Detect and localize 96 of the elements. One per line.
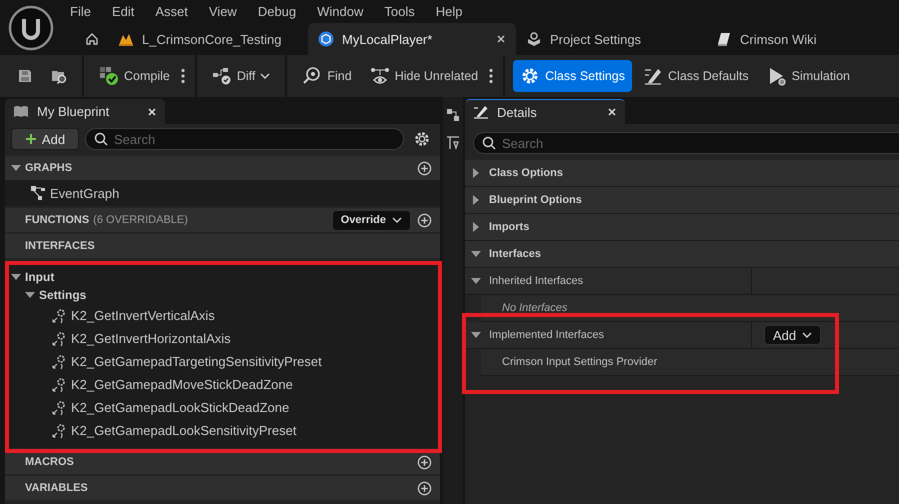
pencil-lines-icon [473,104,489,120]
category-row[interactable]: Settings [5,286,440,304]
plus-icon [24,133,37,145]
toolbar-button[interactable]: Compile [92,60,177,92]
property-row[interactable]: Implemented Interfaces [465,322,752,348]
function-item[interactable]: K2_GetInvertHorizontalAxis [5,327,440,350]
graph-icon [30,185,46,201]
expand-arrow-icon[interactable] [471,195,481,205]
menu-item[interactable]: Window [309,4,372,19]
graph-item[interactable]: EventGraph [5,180,440,206]
logo-icon[interactable] [8,4,54,50]
section-header[interactable]: VARIABLES [5,476,440,500]
document-tab[interactable]: MyLocalPlayer* [308,23,516,55]
function-item[interactable]: K2_GetGamepadMoveStickDeadZone [5,373,440,396]
document-tab[interactable]: Crimson Wiki [706,23,856,55]
home-icon [84,31,100,47]
add-icon[interactable] [417,480,432,496]
filter-icon[interactable] [445,135,461,151]
override-dropdown[interactable]: Override [332,210,411,230]
function-item[interactable]: K2_GetGamepadLookSensitivityPreset [5,419,440,442]
document-tab[interactable]: Project Settings [516,23,706,55]
expand-arrow-icon[interactable] [471,249,481,259]
document-tab[interactable]: L_CrimsonCore_Testing [108,23,308,55]
close-icon[interactable] [496,34,506,44]
caret-icon [802,332,812,338]
book-icon [716,31,732,47]
expand-arrow-icon[interactable] [471,276,481,286]
menu-item[interactable]: Asset [147,4,196,19]
category-row[interactable]: Input [5,268,440,286]
box-gear-icon [526,31,542,47]
expand-arrow-icon[interactable] [11,163,21,173]
caret-icon [392,217,402,223]
function-item[interactable]: K2_GetInvertVerticalAxis [5,304,440,327]
expand-arrow-icon[interactable] [471,222,481,232]
toolbar-button[interactable]: Hide Unrelated [362,60,486,92]
section-title: VARIABLES [25,482,88,494]
toolbar-button[interactable]: Find [295,60,359,92]
section-title: GRAPHS [25,162,72,174]
search-field[interactable]: Search [85,128,404,150]
menu-item[interactable]: Debug [250,4,304,19]
function-gear-icon [51,376,67,392]
cube-icon [318,31,334,47]
interface-entry: Crimson Input Settings Provider [502,356,658,368]
add-icon[interactable] [417,454,432,470]
section-title: FUNCTIONS [25,214,90,226]
eye-nodes-icon [370,66,390,86]
compile-check-icon [99,66,119,86]
diff-icon [212,66,232,86]
toolbar-button[interactable]: Diff [204,60,278,92]
settings-icon [520,66,540,86]
section-header[interactable]: INTERFACES [5,234,440,258]
category-header[interactable]: Blueprint Options [465,187,899,214]
more-icon[interactable] [180,68,185,84]
function-gear-icon [51,330,67,346]
section-title: INTERFACES [25,240,95,252]
close-icon[interactable] [147,106,157,116]
expand-arrow-icon[interactable] [471,330,481,340]
function-item[interactable]: K2_GetGamepadLookStickDeadZone [5,396,440,419]
expand-arrow-icon[interactable] [471,168,481,178]
add-icon[interactable] [417,160,432,176]
section-header[interactable]: GRAPHS [5,156,440,180]
section-header[interactable]: FUNCTIONS (6 OVERRIDABLE) Override [5,208,440,232]
category-header[interactable]: Class Options [465,160,899,187]
function-gear-icon [51,354,67,370]
category-header[interactable]: Interfaces [465,241,899,268]
add-icon[interactable] [417,212,432,228]
settings-icon[interactable] [413,130,431,148]
section-title: MACROS [25,456,74,468]
graph-icon[interactable] [445,107,461,123]
add-dropdown[interactable]: Add [764,325,822,345]
expand-arrow-icon[interactable] [25,290,35,300]
function-gear-icon [51,400,67,416]
more-icon[interactable] [489,68,494,84]
search-icon [302,66,322,86]
function-gear-icon [51,308,67,324]
close-icon[interactable] [607,107,617,117]
menu-item[interactable]: Edit [104,4,142,19]
expand-arrow-icon[interactable] [11,272,21,282]
book-icon [13,104,29,120]
toolbar-button[interactable]: Simulation [760,60,857,92]
category-header[interactable]: Imports [465,214,899,241]
panel-tab[interactable]: Details [465,99,625,124]
menu-item[interactable]: Help [428,4,470,19]
panel-tab[interactable]: My Blueprint [5,99,165,124]
menu-item[interactable]: View [200,4,245,19]
function-gear-icon [51,422,67,438]
function-item[interactable]: K2_GetGamepadTargetingSensitivityPreset [5,350,440,373]
pencil-lines-icon [643,66,664,86]
toolbar-button[interactable]: Class Settings [513,60,632,92]
section-note: (6 OVERRIDABLE) [93,214,188,226]
toolbar-button[interactable]: Class Defaults [636,60,756,92]
search-field[interactable]: Search [473,132,899,154]
menu-item[interactable]: File [62,4,99,19]
empty-message: No Interfaces [502,302,568,314]
menu-item[interactable]: Tools [376,4,423,19]
add-button[interactable]: Add [11,128,79,150]
